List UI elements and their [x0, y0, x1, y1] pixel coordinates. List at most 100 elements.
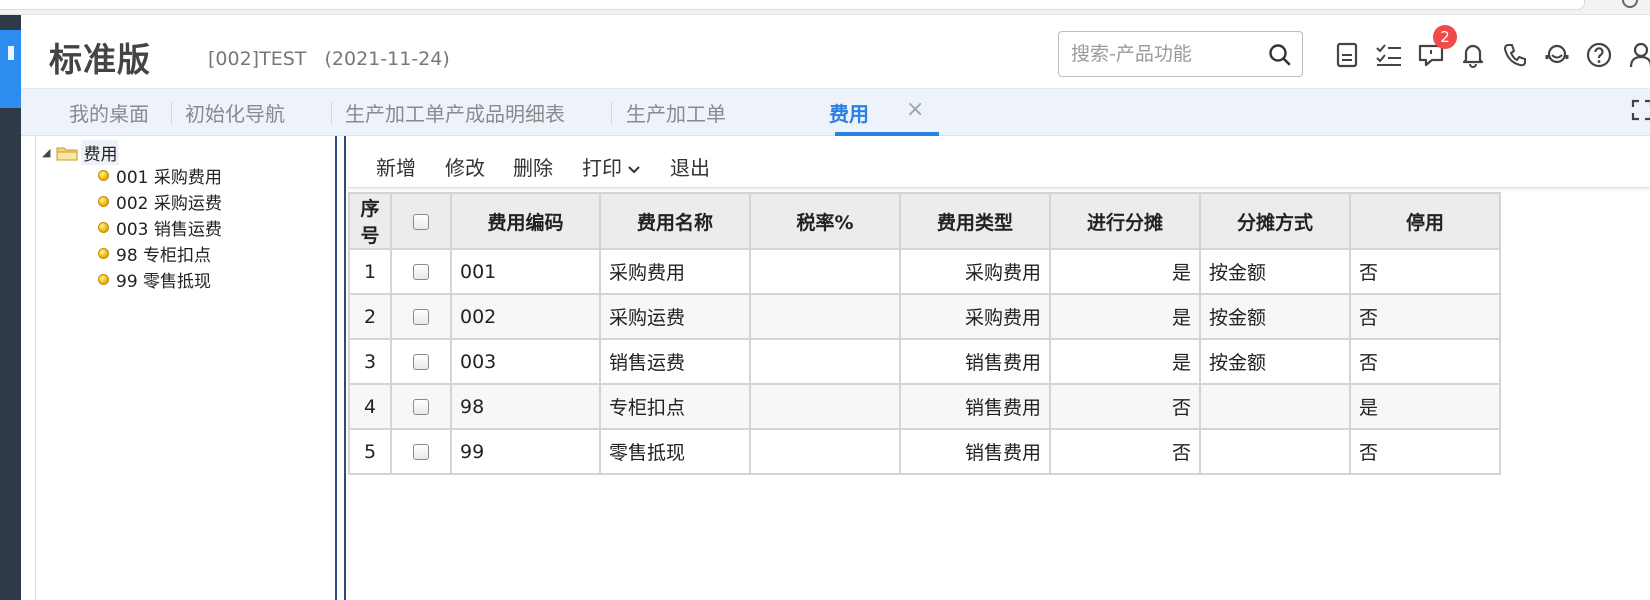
tab-divider [611, 102, 612, 124]
cell-mode: 按金额 [1199, 293, 1351, 340]
row-checkbox[interactable] [413, 399, 429, 415]
cell-code: 99 [450, 428, 601, 475]
left-nav-rail [0, 15, 21, 600]
col-header-mode[interactable]: 分摊方式 [1199, 192, 1351, 250]
cell-seq: 3 [348, 338, 392, 385]
col-header-name[interactable]: 费用名称 [599, 192, 751, 250]
tree-item-label: 99 零售抵现 [116, 272, 212, 292]
tree-item[interactable]: 99 零售抵现 [98, 267, 211, 292]
cell-tax [749, 293, 901, 340]
cell-seq: 2 [348, 293, 392, 340]
col-header-type[interactable]: 费用类型 [899, 192, 1051, 250]
exit-button[interactable]: 退出 [670, 152, 710, 181]
service-icon[interactable] [1541, 39, 1573, 71]
leaf-dot-icon [98, 196, 109, 207]
col-header-stop[interactable]: 停用 [1349, 192, 1501, 250]
tab-production-order[interactable]: 生产加工单 [626, 98, 726, 128]
collapse-triangle-icon[interactable]: ◢ [42, 146, 50, 159]
leaf-dot-icon [98, 274, 109, 285]
message-icon[interactable]: 2 [1415, 25, 1457, 71]
col-header-tax[interactable]: 税率% [749, 192, 901, 250]
help-icon[interactable] [1583, 39, 1615, 71]
row-checkbox[interactable] [413, 354, 429, 370]
col-header-code[interactable]: 费用编码 [450, 192, 601, 250]
user-icon[interactable] [1625, 39, 1650, 71]
tree-item[interactable]: 001 采购费用 [98, 163, 222, 188]
cell-name: 销售运费 [599, 338, 751, 385]
close-icon[interactable]: × [906, 97, 924, 122]
tree-root-label: 费用 [81, 140, 120, 165]
table-row[interactable]: 5 99 零售抵现 销售费用 否 否 [348, 428, 1501, 475]
cell-type: 采购费用 [899, 248, 1051, 295]
row-checkbox[interactable] [413, 444, 429, 460]
expense-table: 序号 费用编码 费用名称 税率% 费用类型 进行分摊 分摊方式 停用 1 001… [348, 192, 1501, 475]
panel-splitter[interactable] [335, 136, 346, 600]
fullscreen-icon[interactable] [1631, 99, 1650, 121]
cell-code: 002 [450, 293, 601, 340]
search-box[interactable] [1058, 31, 1303, 77]
cell-select[interactable] [390, 248, 452, 295]
row-checkbox[interactable] [413, 264, 429, 280]
delete-button[interactable]: 删除 [513, 152, 553, 181]
table-row[interactable]: 3 003 销售运费 销售费用 是 按金额 否 [348, 338, 1501, 385]
cell-mode: 按金额 [1199, 338, 1351, 385]
cell-type: 销售费用 [899, 338, 1051, 385]
cell-type: 销售费用 [899, 383, 1051, 430]
table-row[interactable]: 1 001 采购费用 采购费用 是 按金额 否 [348, 248, 1501, 295]
chevron-down-icon [628, 165, 641, 173]
select-all-checkbox[interactable] [413, 213, 429, 230]
cell-code: 003 [450, 338, 601, 385]
account-info: [002]TEST (2021-11-24) [208, 48, 450, 70]
table-row[interactable]: 4 98 专柜扣点 销售费用 否 是 [348, 383, 1501, 430]
cell-tax [749, 383, 901, 430]
col-header-select[interactable] [390, 192, 452, 250]
tree-item-label: 98 专柜扣点 [116, 246, 212, 266]
calculator-icon[interactable] [1331, 39, 1363, 71]
cell-stop: 否 [1349, 248, 1501, 295]
tab-my-desktop[interactable]: 我的桌面 [69, 98, 149, 128]
cell-code: 001 [450, 248, 601, 295]
tab-init-guide[interactable]: 初始化导航 [185, 98, 285, 128]
app-title: 标准版 [49, 40, 151, 79]
col-header-split[interactable]: 进行分摊 [1049, 192, 1201, 250]
bell-icon[interactable] [1457, 39, 1489, 71]
cell-seq: 4 [348, 383, 392, 430]
tree-item[interactable]: 98 专柜扣点 [98, 241, 211, 266]
cell-tax [749, 338, 901, 385]
cell-select[interactable] [390, 338, 452, 385]
tree-root[interactable]: ◢ 费用 [42, 140, 120, 165]
leaf-dot-icon [98, 170, 109, 181]
cell-select[interactable] [390, 428, 452, 475]
cell-name: 采购运费 [599, 293, 751, 340]
add-button[interactable]: 新增 [376, 152, 416, 181]
search-icon[interactable] [1268, 43, 1292, 67]
edit-button[interactable]: 修改 [445, 152, 485, 181]
tab-divider [171, 102, 172, 124]
cell-split: 否 [1049, 428, 1201, 475]
row-checkbox[interactable] [413, 309, 429, 325]
cell-code: 98 [450, 383, 601, 430]
browser-profile-icon[interactable] [1622, 0, 1638, 8]
leaf-dot-icon [98, 248, 109, 259]
cell-stop: 是 [1349, 383, 1501, 430]
tree-item[interactable]: 002 采购运费 [98, 189, 222, 214]
left-nav-active-item[interactable] [0, 30, 21, 108]
cell-mode [1199, 383, 1351, 430]
print-button[interactable]: 打印 [582, 152, 641, 181]
tree-item[interactable]: 003 销售运费 [98, 215, 222, 240]
table-row[interactable]: 2 002 采购运费 采购费用 是 按金额 否 [348, 293, 1501, 340]
cell-name: 专柜扣点 [599, 383, 751, 430]
search-input[interactable] [1071, 40, 1261, 68]
phone-icon[interactable] [1499, 39, 1531, 71]
nav-marker-icon [7, 46, 14, 60]
tab-production-detail[interactable]: 生产加工单产成品明细表 [345, 98, 565, 128]
tab-expense[interactable]: 费用 [829, 98, 869, 128]
cell-tax [749, 248, 901, 295]
task-list-icon[interactable] [1373, 39, 1405, 71]
col-header-seq[interactable]: 序号 [348, 192, 392, 250]
cell-select[interactable] [390, 293, 452, 340]
cell-select[interactable] [390, 383, 452, 430]
cell-name: 采购费用 [599, 248, 751, 295]
tree-item-label: 003 销售运费 [116, 220, 222, 240]
cell-stop: 否 [1349, 293, 1501, 340]
